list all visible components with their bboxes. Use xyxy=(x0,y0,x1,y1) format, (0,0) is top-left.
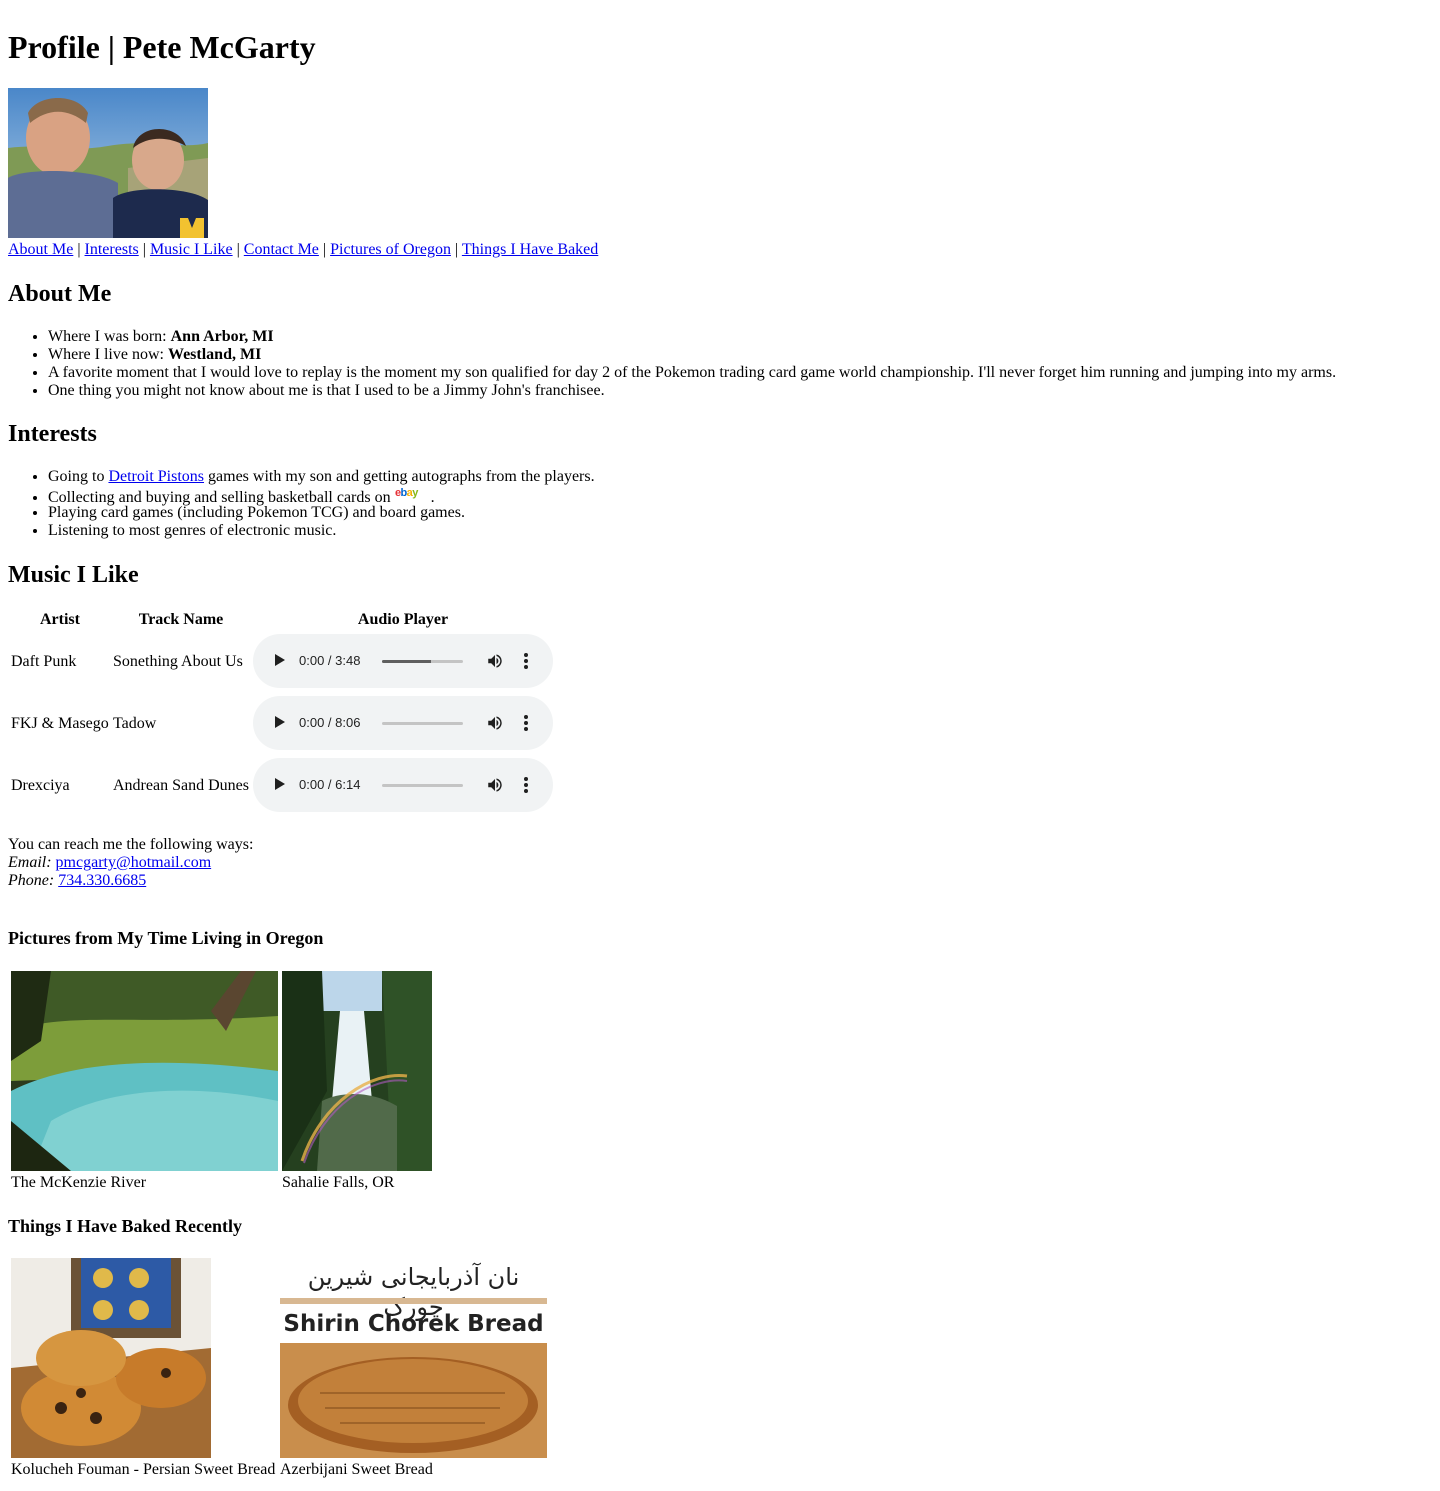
column-header-track: Track Name xyxy=(138,611,224,628)
born-value: Ann Arbor, MI xyxy=(170,328,274,345)
profile-photo xyxy=(8,88,208,238)
nav-separator: | xyxy=(77,241,81,258)
nav-link-baked[interactable]: Things I Have Baked xyxy=(462,241,598,258)
more-options-icon[interactable] xyxy=(524,652,528,670)
seek-bar[interactable] xyxy=(382,784,463,787)
phone-label: Phone: xyxy=(8,872,55,889)
artist-cell: Daft Punk xyxy=(11,653,77,670)
column-header-artist: Artist xyxy=(40,611,80,628)
photo-caption: The McKenzie River xyxy=(11,1174,147,1191)
volume-icon[interactable] xyxy=(486,776,504,794)
play-icon[interactable] xyxy=(275,654,285,666)
audio-player[interactable]: 0:00 / 3:48 xyxy=(253,634,553,688)
seek-bar[interactable] xyxy=(382,722,463,725)
volume-icon[interactable] xyxy=(486,714,504,732)
svg-text:ebay: ebay xyxy=(395,487,419,499)
oregon-heading: Pictures from My Time Living in Oregon xyxy=(8,928,324,948)
nav-separator: | xyxy=(236,241,240,258)
track-cell: Andrean Sand Dunes xyxy=(113,777,249,794)
nav-link-music[interactable]: Music I Like xyxy=(150,241,233,258)
nav-separator: | xyxy=(322,241,327,258)
column-header-player: Audio Player xyxy=(357,611,449,628)
contact-intro: You can reach me the following ways: xyxy=(8,836,254,853)
phone-link[interactable]: 734.330.6685 xyxy=(58,872,146,889)
contact-section: You can reach me the following ways: Ema… xyxy=(8,836,253,890)
shirin-chorek-photo: نان آذربایجانی شیرین چورک Shirin Chorek … xyxy=(280,1258,547,1458)
track-cell: Sonething About Us xyxy=(113,653,243,670)
nav-bar: About Me | Interests | Music I Like | Co… xyxy=(8,241,598,259)
nav-link-interests[interactable]: Interests xyxy=(85,241,139,258)
baked-heading: Things I Have Baked Recently xyxy=(8,1216,243,1236)
audio-player[interactable]: 0:00 / 6:14 xyxy=(253,758,553,812)
photo-caption: Azerbijani Sweet Bread xyxy=(280,1461,433,1478)
photo-caption: Kolucheh Fouman - Persian Sweet Bread xyxy=(11,1461,276,1478)
seek-bar-fill xyxy=(382,660,431,663)
list-item: Playing card games (including Pokemon TC… xyxy=(48,504,595,522)
play-icon[interactable] xyxy=(275,716,285,728)
phone-row: Phone: 734.330.6685 xyxy=(8,872,253,890)
list-item: Going to Detroit Pistons games with my s… xyxy=(48,468,595,486)
list-item: One thing you might not know about me is… xyxy=(48,382,1336,400)
about-heading: About Me xyxy=(8,281,112,307)
interest-text: Going to xyxy=(48,468,105,485)
more-options-icon[interactable] xyxy=(524,776,528,794)
more-options-icon[interactable] xyxy=(524,714,528,732)
about-list: Where I was born: Ann Arbor, MI Where I … xyxy=(8,328,1336,400)
page-title: Profile | Pete McGarty xyxy=(8,29,316,65)
live-value: Westland, MI xyxy=(167,346,262,363)
email-row: Email: pmcgarty@hotmail.com xyxy=(8,854,253,872)
list-item: Listening to most genres of electronic m… xyxy=(48,522,595,540)
interests-heading: Interests xyxy=(8,421,97,447)
nav-separator: | xyxy=(454,241,459,258)
volume-icon[interactable] xyxy=(486,652,504,670)
nav-link-oregon[interactable]: Pictures of Oregon xyxy=(330,241,451,258)
kolucheh-photo xyxy=(11,1258,211,1458)
email-link[interactable]: pmcgarty@hotmail.com xyxy=(56,854,212,871)
live-label: Where I live now: xyxy=(48,346,164,363)
list-item: Where I was born: Ann Arbor, MI xyxy=(48,328,1336,346)
interest-text: games with my son and getting autographs… xyxy=(208,468,595,485)
email-label: Email: xyxy=(8,854,52,871)
born-label: Where I was born: xyxy=(48,328,167,345)
nav-link-about-me[interactable]: About Me xyxy=(8,241,73,258)
sahalie-falls-photo xyxy=(282,971,432,1171)
photo-caption: Sahalie Falls, OR xyxy=(282,1174,395,1191)
music-heading: Music I Like xyxy=(8,562,139,588)
nav-link-contact[interactable]: Contact Me xyxy=(244,241,319,258)
list-item: A favorite moment that I would love to r… xyxy=(48,364,1336,382)
artist-cell: Drexciya xyxy=(11,777,70,794)
list-item: Collecting and buying and selling basket… xyxy=(48,486,595,506)
image-text-title: Shirin Chorek Bread xyxy=(283,1311,544,1337)
list-item: Where I live now: Westland, MI xyxy=(48,346,1336,364)
time-display: 0:00 / 6:14 xyxy=(299,777,361,792)
track-cell: Tadow xyxy=(113,715,157,732)
audio-player[interactable]: 0:00 / 8:06 xyxy=(253,696,553,750)
time-display: 0:00 / 8:06 xyxy=(299,715,361,730)
artist-cell: FKJ & Masego xyxy=(11,715,109,732)
seek-bar[interactable] xyxy=(382,660,463,663)
play-icon[interactable] xyxy=(275,778,285,790)
mckenzie-river-photo xyxy=(11,971,278,1171)
time-display: 0:00 / 3:48 xyxy=(299,653,361,668)
ebay-logo: ebay xyxy=(395,487,420,499)
nav-separator: | xyxy=(142,241,146,258)
interests-list: Going to Detroit Pistons games with my s… xyxy=(8,468,595,540)
image-divider xyxy=(280,1298,547,1304)
detroit-pistons-link[interactable]: Detroit Pistons xyxy=(108,468,204,485)
